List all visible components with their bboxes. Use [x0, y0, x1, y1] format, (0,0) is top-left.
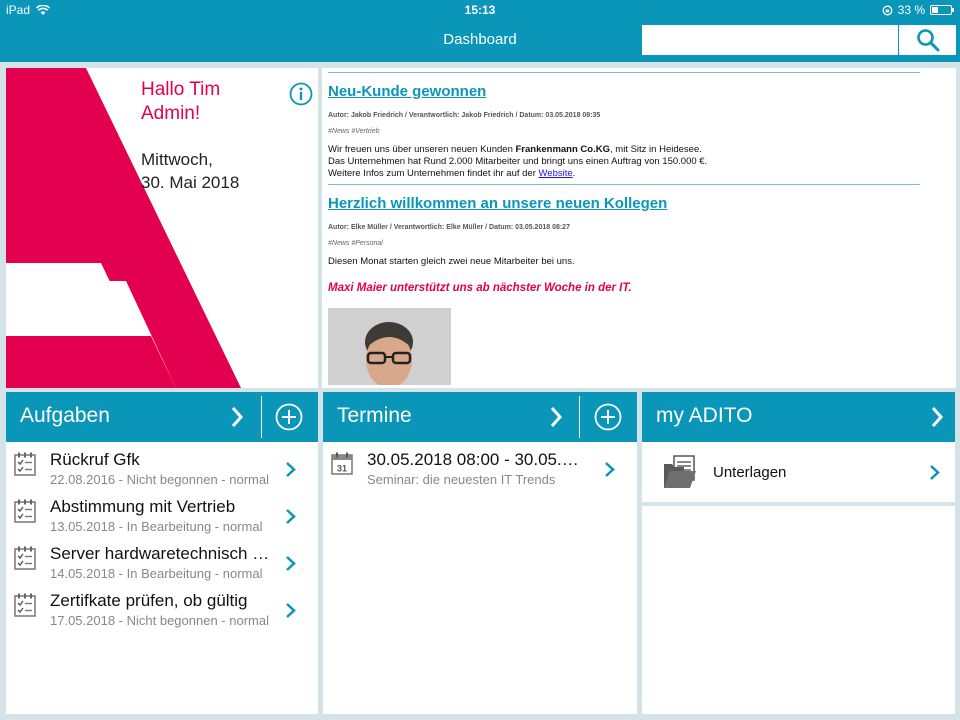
news-body: Diesen Monat starten gleich zwei neue Mi… [328, 256, 575, 267]
chevron-right-icon[interactable] [930, 406, 944, 428]
news-highlight: Maxi Maier unterstützt uns ab nächster W… [328, 282, 632, 294]
appointments-header: Termine [323, 392, 637, 442]
news-meta: Autor: Elke Müller / Verantwortlich: Elk… [328, 224, 570, 231]
greeting: Hallo Tim Admin! [141, 79, 221, 124]
top-bar: iPad 15:13 33 % Dashboard [0, 0, 960, 62]
website-link[interactable]: Website [539, 168, 573, 179]
tasks-panel: Aufgaben Rückruf Gfk 22.08.2016 - Nicht b… [6, 392, 318, 714]
search-icon [916, 29, 939, 52]
task-item[interactable]: Server hardwaretechnisch prüfen 14.05.201… [6, 542, 318, 589]
folder-icon [664, 455, 696, 488]
task-item[interactable]: Abstimmung mit Vertrieb 13.05.2018 - In B… [6, 495, 318, 542]
orientation-lock-icon [882, 5, 893, 15]
search-button[interactable] [898, 25, 956, 55]
chevron-right-icon [286, 603, 296, 618]
search-input[interactable] [642, 25, 898, 55]
calendar-day: 31 [337, 464, 347, 474]
current-date: Mittwoch, 30. Mai 2018 [141, 148, 239, 194]
task-title: Rückruf Gfk [50, 450, 140, 469]
news-text: . [572, 168, 576, 179]
add-task-button[interactable] [275, 403, 303, 431]
news-tags: #News #Personal [328, 240, 383, 247]
task-title: Abstimmung mit Vertrieb [50, 497, 236, 516]
welcome-panel: Hallo Tim Admin! Mittwoch, 30. Mai 2018 [6, 68, 318, 388]
appointment-title: 30.05.2018 08:00 - 30.05.2018 09:00 [367, 450, 579, 469]
appointment-item[interactable]: 31 30.05.2018 08:00 - 30.05.2018 09:00 S… [323, 448, 637, 495]
clock: 15:13 [464, 3, 496, 17]
header-divider [579, 396, 580, 438]
task-subtitle: 14.05.2018 - In Bearbeitung - normal [50, 566, 263, 581]
date-day: 30. Mai 2018 [141, 173, 240, 192]
task-subtitle: 22.08.2016 - Nicht begonnen - normal [50, 472, 269, 487]
chevron-right-icon [286, 556, 296, 571]
task-item[interactable]: Zertifkate prüfen, ob gültig 17.05.2018 -… [6, 589, 318, 636]
task-title: Server hardwaretechnisch prüfen [50, 544, 270, 563]
tasks-title: Aufgaben [20, 404, 110, 427]
date-weekday: Mittwoch, [141, 150, 213, 169]
tasks-header: Aufgaben [6, 392, 318, 442]
news-meta: Autor: Jakob Friedrich / Verantwortlich:… [328, 112, 601, 119]
header-divider [261, 396, 262, 438]
news-body: Wir freuen uns über unseren neuen Kunden… [328, 144, 920, 180]
appointments-title: Termine [337, 404, 412, 427]
news-text: Das Unternehmen hat Rund 2.000 Mitarbeit… [328, 156, 708, 167]
battery-percent: 33 % [897, 3, 925, 17]
documents-label: Unterlagen [713, 464, 787, 481]
chevron-right-icon[interactable] [230, 406, 244, 428]
task-item[interactable]: Rückruf Gfk 22.08.2016 - Nicht begonnen -… [6, 448, 318, 495]
checklist-icon [14, 499, 36, 523]
status-bar: iPad 15:13 33 % [0, 0, 960, 20]
checklist-icon [14, 546, 36, 570]
checklist-icon [14, 452, 36, 476]
task-title: Zertifkate prüfen, ob gültig [50, 591, 248, 610]
documents-item[interactable]: Unterlagen [642, 452, 955, 497]
customer-name: Frankenmann Co.KG [515, 144, 611, 155]
news-divider [328, 72, 920, 73]
chevron-right-icon [286, 509, 296, 524]
task-subtitle: 13.05.2018 - In Bearbeitung - normal [50, 519, 263, 534]
news-text: , mit Sitz in Heidesee. [610, 144, 702, 155]
news-title[interactable]: Neu-Kunde gewonnen [328, 83, 920, 100]
news-text: Wir freuen uns über unseren neuen Kunden [328, 144, 516, 155]
appointment-subtitle: Seminar: die neuesten IT Trends [367, 472, 556, 487]
chevron-right-icon[interactable] [549, 406, 563, 428]
battery-icon [930, 5, 954, 15]
my-adito-panel: my ADITO Unterlagen [642, 392, 955, 714]
news-panel: Neu-Kunde gewonnen Autor: Jakob Friedric… [322, 68, 956, 388]
add-appointment-button[interactable] [594, 403, 622, 431]
chevron-right-icon [605, 462, 615, 477]
list-divider [642, 502, 955, 506]
my-adito-header: my ADITO [642, 392, 955, 442]
news-divider [328, 184, 920, 185]
news-title[interactable]: Herzlich willkommen an unsere neuen Koll… [328, 195, 920, 212]
info-icon[interactable] [289, 82, 313, 106]
employee-photo [328, 308, 451, 385]
news-text: Weitere Infos zum Unternehmen findet ihr… [328, 168, 539, 179]
my-adito-title: my ADITO [656, 404, 753, 427]
search-box [642, 25, 956, 55]
checklist-icon [14, 593, 36, 617]
chevron-right-icon [286, 462, 296, 477]
news-tags: #News #Vertrieb [328, 128, 380, 135]
calendar-icon: 31 [331, 452, 353, 475]
task-subtitle: 17.05.2018 - Nicht begonnen - normal [50, 613, 269, 628]
appointments-panel: Termine 31 30.05.2018 08:00 - 30.05.2018… [323, 392, 637, 714]
chevron-right-icon [930, 465, 940, 480]
